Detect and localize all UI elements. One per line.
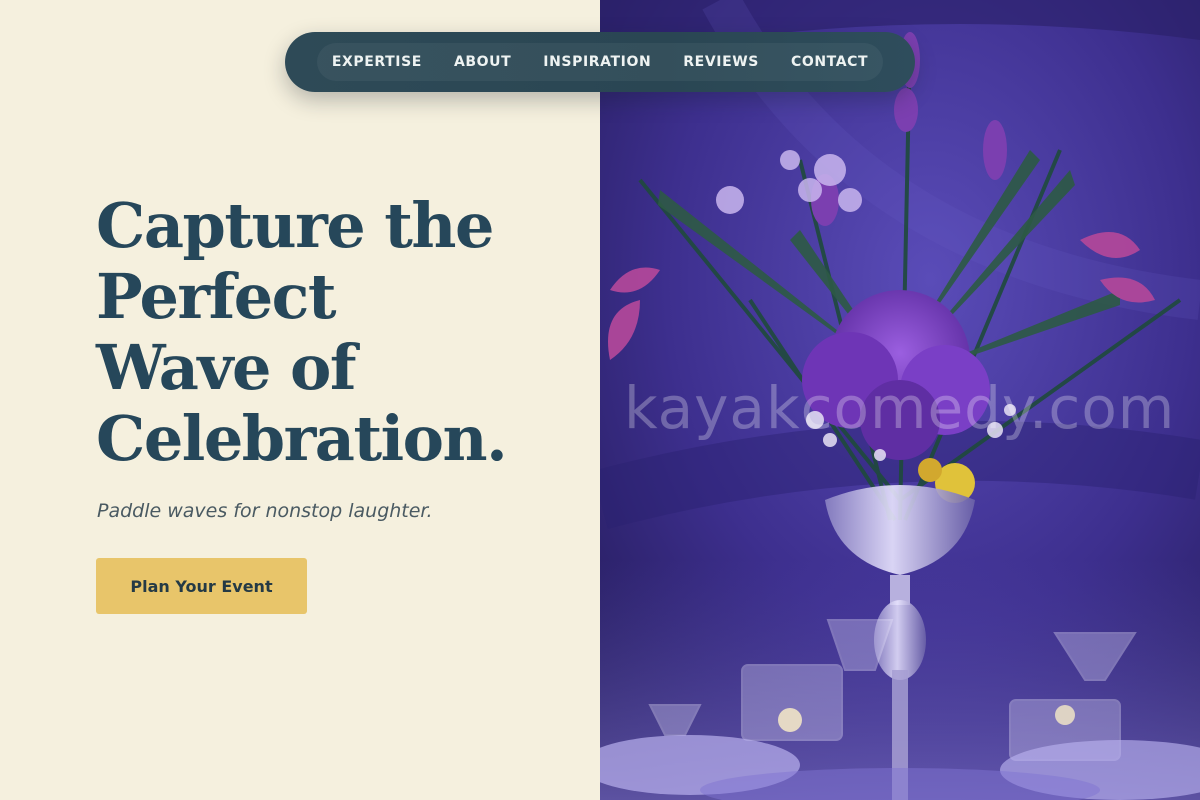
nav-link-reviews[interactable]: REVIEWS xyxy=(667,54,775,70)
hero-title-line: Celebration. xyxy=(96,402,508,475)
main-navbar: EXPERTISE ABOUT INSPIRATION REVIEWS CONT… xyxy=(285,32,915,92)
nav-link-inspiration[interactable]: INSPIRATION xyxy=(527,54,667,70)
photo-watermark: kayakcomedy.com xyxy=(624,374,1176,442)
hero-title-line: Capture the xyxy=(96,189,494,262)
hero-photo-centerpiece: kayakcomedy.com xyxy=(600,0,1200,800)
nav-links-container: EXPERTISE ABOUT INSPIRATION REVIEWS CONT… xyxy=(317,43,883,81)
nav-link-contact[interactable]: CONTACT xyxy=(775,54,884,70)
hero-title-line: Wave of xyxy=(96,331,357,404)
plan-event-button[interactable]: Plan Your Event xyxy=(96,558,307,614)
hero-title: Capture the Perfect Wave of Celebration. xyxy=(96,190,586,474)
hero-subtitle: Paddle waves for nonstop laughter. xyxy=(97,500,433,522)
hero-title-line: Perfect xyxy=(96,260,337,333)
nav-link-expertise[interactable]: EXPERTISE xyxy=(316,54,438,70)
nav-link-about[interactable]: ABOUT xyxy=(438,54,527,70)
